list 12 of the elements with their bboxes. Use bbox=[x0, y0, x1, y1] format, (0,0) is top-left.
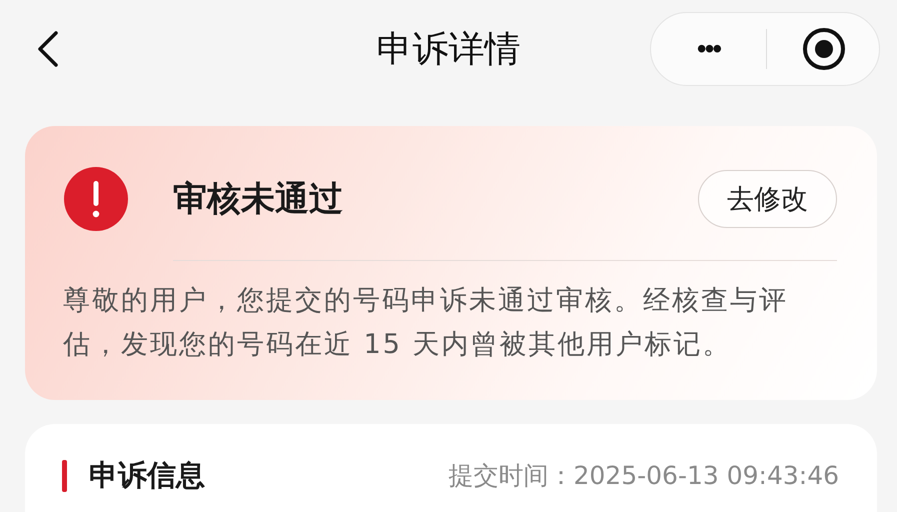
warning-icon bbox=[63, 166, 129, 232]
submit-time-label: 提交时间： bbox=[448, 462, 574, 490]
section-marker bbox=[62, 460, 67, 492]
submit-time: 2025-06-13 09:43:46 bbox=[573, 462, 839, 490]
close-icon[interactable] bbox=[801, 26, 847, 72]
edit-button[interactable]: 去修改 bbox=[698, 170, 837, 228]
page-title: 申诉详情 bbox=[376, 28, 520, 72]
section-title: 申诉信息 bbox=[89, 459, 206, 493]
back-icon[interactable] bbox=[36, 29, 60, 69]
status-message: 尊敬的用户，您提交的号码申诉未通过审核。经核查与评估，发现您的号码在近 15 天内曾被其他用户标记。 bbox=[63, 284, 789, 362]
more-button[interactable]: ••• bbox=[651, 33, 766, 65]
status-title: 审核未通过 bbox=[173, 178, 344, 221]
